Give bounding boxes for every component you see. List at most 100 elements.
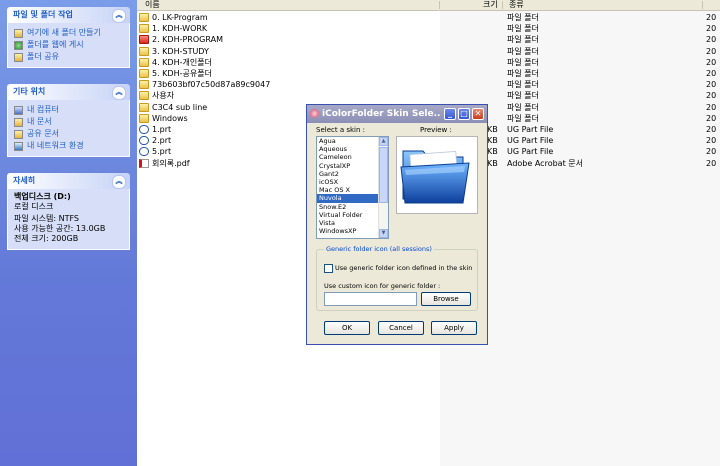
- file-type: UG Part File: [507, 125, 554, 134]
- select-skin-label: Select a skin :: [316, 126, 365, 134]
- ok-button[interactable]: OK: [324, 321, 370, 335]
- column-divider[interactable]: [702, 1, 703, 9]
- blue-folder-icon: [400, 150, 470, 204]
- skin-list-scrollbar[interactable]: ▲ ▼: [378, 137, 388, 238]
- scroll-thumb[interactable]: [379, 147, 388, 203]
- folder-icon: [139, 80, 149, 90]
- column-header-name[interactable]: 이름: [145, 0, 160, 10]
- file-type: 파일 폴더: [507, 13, 539, 22]
- file-type: 파일 폴더: [507, 24, 539, 34]
- task-link[interactable]: 폴더를 웹에 게시: [14, 39, 123, 51]
- file-type: 파일 폴더: [507, 57, 539, 67]
- group-title: Generic folder icon (all sessions): [324, 245, 434, 253]
- file-type: UG Part File: [507, 136, 554, 146]
- file-date: 20: [706, 158, 717, 168]
- prt-file-icon: [139, 125, 149, 134]
- scroll-down-icon[interactable]: ▼: [379, 229, 388, 238]
- drive-name: 백업디스크 (D:): [14, 192, 71, 201]
- task-link-label: 내 네트워크 환경: [27, 141, 84, 150]
- skin-selector-dialog: iColorFolder Skin Sele... _ □ ✕ Select a…: [306, 104, 488, 345]
- column-header-size[interactable]: 크기: [483, 0, 498, 10]
- file-name: 2.prt: [152, 136, 172, 146]
- file-date: 20: [706, 113, 717, 123]
- file-date: 20: [706, 57, 717, 67]
- task-link-label: 내 컴퓨터: [27, 105, 59, 114]
- task-link-label: 내 문서: [27, 117, 52, 126]
- file-row[interactable]: 4. KDH-개인폴더 파일 폴더 20: [137, 57, 720, 68]
- collapse-chevron-icon[interactable]: ︽: [112, 86, 126, 100]
- use-generic-icon-checkbox[interactable]: [324, 264, 333, 273]
- file-row[interactable]: 5. KDH-공유폴더 파일 폴더 20: [137, 68, 720, 79]
- dialog-title: iColorFolder Skin Sele...: [322, 109, 440, 119]
- app-icon: [310, 109, 319, 118]
- skin-listbox[interactable]: Agua Aqueous Cameleon CrystalXP Gant2 icOSX Ma…: [316, 136, 389, 239]
- drive-type: 로컬 디스크: [14, 202, 54, 211]
- file-date: 20: [706, 35, 717, 45]
- close-icon[interactable]: ✕: [472, 108, 484, 120]
- file-row[interactable]: 2. KDH-PROGRAM 파일 폴더 20: [137, 34, 720, 45]
- maximize-icon[interactable]: □: [458, 108, 470, 120]
- task-link[interactable]: 내 컴퓨터: [14, 104, 123, 116]
- task-link[interactable]: 내 문서: [14, 116, 123, 128]
- collapse-chevron-icon[interactable]: ︽: [112, 175, 126, 189]
- cancel-button[interactable]: Cancel: [378, 321, 424, 335]
- browse-button[interactable]: Browse: [421, 292, 471, 306]
- panel-header[interactable]: 파일 및 폴더 작업 ︽: [7, 7, 130, 23]
- preview-box: [396, 136, 478, 214]
- folder-icon: [139, 113, 149, 123]
- panel-header[interactable]: 기타 위치 ︽: [7, 84, 130, 100]
- file-date: 20: [706, 102, 717, 112]
- task-link-label: 폴더를 웹에 게시: [27, 40, 84, 49]
- file-date: 20: [706, 125, 717, 134]
- file-name: 73b603bf07c50d87a89c9047: [152, 80, 271, 90]
- task-link[interactable]: 여기에 새 폴더 만들기: [14, 27, 123, 39]
- panel-title: 기타 위치: [13, 87, 46, 96]
- column-header-type[interactable]: 종류: [509, 0, 524, 10]
- checkbox-label[interactable]: Use generic folder icon defined in the s…: [335, 264, 472, 273]
- file-date: 20: [706, 24, 717, 34]
- documents-folder-icon: [14, 117, 23, 127]
- minimize-icon[interactable]: _: [444, 108, 456, 120]
- share-folder-icon: [14, 52, 23, 62]
- file-row[interactable]: 0. LK-Program 파일 폴더 20: [137, 12, 720, 23]
- task-link[interactable]: 내 네트워크 환경: [14, 140, 123, 152]
- column-divider[interactable]: [439, 1, 440, 9]
- folder-icon: [139, 102, 149, 112]
- folder-icon: [139, 91, 149, 101]
- folder-icon: [139, 13, 149, 22]
- collapse-chevron-icon[interactable]: ︽: [112, 9, 126, 23]
- file-name: 1. KDH-WORK: [152, 24, 208, 34]
- custom-icon-input[interactable]: [324, 292, 417, 306]
- file-type: 파일 폴더: [507, 113, 539, 123]
- prt-file-icon: [139, 147, 149, 157]
- file-row[interactable]: 73b603bf07c50d87a89c9047 파일 폴더 20: [137, 79, 720, 90]
- file-size: KB: [487, 147, 498, 157]
- file-row[interactable]: 사용자 파일 폴더 20: [137, 90, 720, 101]
- other-places-panel: 기타 위치 ︽ 내 컴퓨터내 문서공유 문서내 네트워크 환경: [7, 84, 130, 157]
- file-row[interactable]: 1. KDH-WORK 파일 폴더 20: [137, 23, 720, 34]
- panel-header[interactable]: 자세히 ︽: [7, 173, 130, 189]
- pdf-file-icon: [139, 158, 149, 168]
- scroll-up-icon[interactable]: ▲: [379, 137, 388, 146]
- dialog-titlebar[interactable]: iColorFolder Skin Sele... _ □ ✕: [307, 105, 487, 123]
- file-date: 20: [706, 80, 717, 90]
- folder-icon: [139, 46, 149, 56]
- details-panel: 자세히 ︽ 백업디스크 (D:) 로컬 디스크 파일 시스템: NTFS 사용 …: [7, 173, 130, 250]
- file-name: 회의록.pdf: [152, 158, 190, 168]
- folder-icon: [139, 24, 149, 34]
- task-link[interactable]: 폴더 공유: [14, 51, 123, 63]
- file-row[interactable]: 3. KDH-STUDY 파일 폴더 20: [137, 46, 720, 57]
- file-date: 20: [706, 69, 717, 78]
- apply-button[interactable]: Apply: [431, 321, 477, 335]
- file-name: C3C4 sub line: [152, 102, 208, 112]
- task-link-label: 폴더 공유: [27, 52, 59, 61]
- column-divider[interactable]: [502, 1, 503, 9]
- file-date: 20: [706, 136, 717, 146]
- file-name: 사용자: [152, 91, 175, 101]
- task-link-label: 공유 문서: [27, 129, 59, 138]
- file-name: Windows: [152, 113, 188, 123]
- task-link[interactable]: 공유 문서: [14, 128, 123, 140]
- folder-icon: [139, 69, 149, 78]
- new-folder-icon: [14, 28, 23, 38]
- panel-title: 자세히: [13, 176, 36, 185]
